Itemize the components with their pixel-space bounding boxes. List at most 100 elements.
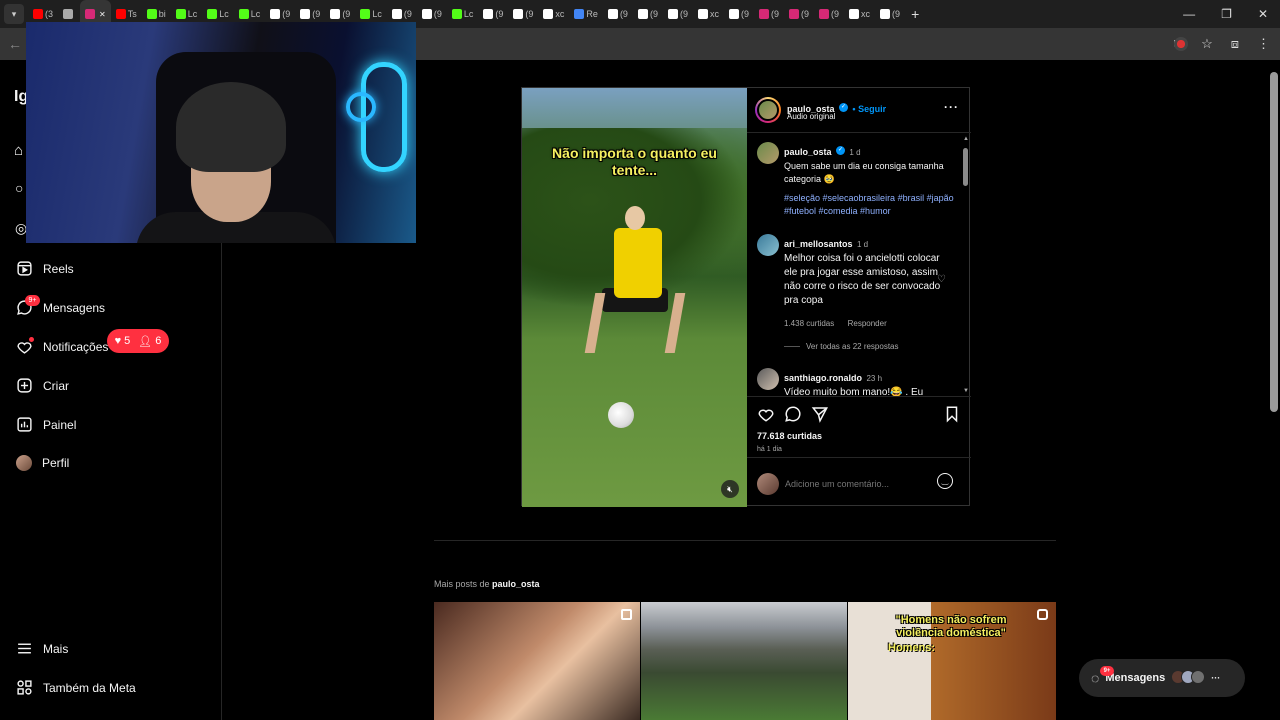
browser-tab[interactable]: (9	[603, 0, 633, 28]
multiple-photos-icon	[621, 609, 632, 620]
search-icon[interactable]: ○	[15, 180, 23, 196]
floating-messages-button[interactable]: ◌ 9+ Mensagens ···	[1079, 659, 1245, 697]
instagram-icon	[85, 9, 96, 19]
caption-hashtags[interactable]: #seleção #selecaobrasileira #brasil #jap…	[784, 192, 956, 218]
sidebar-item-meta[interactable]: Também da Meta	[16, 679, 136, 696]
mute-icon[interactable]: 🔇︎	[721, 480, 739, 498]
avatar[interactable]	[757, 368, 779, 390]
comment-time: 1 d	[856, 240, 869, 249]
like-heart-icon[interactable]	[757, 405, 775, 423]
more-post-thumbnail[interactable]	[641, 602, 847, 720]
sidebar-item-label: Mensagens	[43, 300, 106, 315]
browser-tab[interactable]: Re	[569, 0, 603, 28]
sidebar-item-profile[interactable]: Perfil	[16, 455, 69, 471]
tab-label: xc	[709, 9, 719, 19]
tiktok-icon	[667, 9, 678, 19]
browser-tab[interactable]: Lc	[447, 0, 479, 28]
comment-username[interactable]: ari_mellosantos	[784, 239, 853, 249]
comment-likes[interactable]: 1.438 curtidas	[784, 319, 834, 328]
sidebar-item-label: Também da Meta	[43, 680, 136, 695]
tab-label: (9	[433, 9, 442, 19]
sidebar-item-label: Reels	[43, 261, 74, 276]
tiktok-icon	[513, 9, 524, 19]
browser-tab[interactable]: (9	[417, 0, 447, 28]
audio-label[interactable]: Áudio original	[787, 112, 835, 121]
grid-icon	[17, 680, 32, 695]
tiktok-icon	[880, 9, 891, 19]
page-scrollbar[interactable]	[1270, 72, 1278, 412]
browser-tab[interactable]: (9	[875, 0, 905, 28]
restore-button[interactable]: ❐	[1221, 7, 1232, 21]
add-comment-input[interactable]	[785, 475, 935, 493]
window-controls: — ❐ ✕	[1183, 0, 1280, 28]
profile-avatar[interactable]	[1173, 37, 1188, 51]
back-button[interactable]: ←	[8, 36, 22, 52]
comment: santhiago.ronaldo 23 h Vídeo muito bom m…	[784, 368, 944, 396]
reply-button[interactable]: Responder	[848, 319, 887, 328]
avatar	[757, 473, 779, 495]
post-video[interactable]: Não importa o quanto eu tente... 🔇︎	[522, 88, 747, 507]
comment-icon[interactable]	[784, 405, 802, 423]
browser-tab[interactable]: (9	[814, 0, 844, 28]
soccer-ball	[608, 402, 634, 428]
loading-icon	[63, 9, 74, 19]
more-icon: ···	[1211, 673, 1221, 683]
heart-icon[interactable]: ♡	[937, 274, 946, 285]
verified-icon: ✓	[838, 103, 848, 113]
bookmark-star-icon[interactable]: ☆	[1201, 36, 1213, 52]
more-post-thumbnail[interactable]: "Homens não sofrem violência doméstica" …	[848, 602, 1056, 720]
comments-scrollbar[interactable]: ▲ ▼	[962, 136, 969, 394]
browser-tab[interactable]: (9	[478, 0, 508, 28]
tab-label: (9	[342, 9, 351, 19]
new-tab-button[interactable]: +	[911, 6, 919, 22]
tab-label: (9	[649, 9, 658, 19]
avatar[interactable]	[757, 234, 779, 256]
likes-count[interactable]: 77.618 curtidas	[757, 431, 822, 441]
caption-author[interactable]: paulo_osta	[784, 147, 832, 157]
comment-username[interactable]: santhiago.ronaldo	[784, 373, 862, 383]
minimize-button[interactable]: —	[1183, 7, 1195, 21]
tab-search-dropdown[interactable]: ▾	[4, 4, 24, 24]
notifications-badge[interactable]: ♥ 5 👤︎ 6	[107, 329, 169, 353]
view-replies-button[interactable]: Ver todas as 22 respostas	[806, 342, 899, 351]
avatar[interactable]	[757, 142, 779, 164]
more-posts-user[interactable]: paulo_osta	[492, 579, 540, 589]
sidebar-item-dashboard[interactable]: Painel	[16, 416, 76, 433]
extensions-icon[interactable]: ⧈	[1231, 36, 1239, 52]
browser-tab[interactable]: (9	[754, 0, 784, 28]
browser-menu-icon[interactable]: ⋮	[1257, 36, 1270, 52]
tiktok-icon	[330, 9, 341, 19]
browser-tab[interactable]: xc	[693, 0, 724, 28]
browser-tab[interactable]: xc	[538, 0, 569, 28]
browser-tab[interactable]: (9	[724, 0, 754, 28]
tab-label: bi	[158, 9, 166, 19]
sidebar-item-reels[interactable]: Reels	[16, 260, 74, 277]
sidebar-item-create[interactable]: Criar	[16, 377, 69, 394]
follow-button[interactable]: Seguir	[858, 104, 886, 114]
comment: ari_mellosantos 1 d Melhor coisa foi o a…	[784, 234, 944, 351]
youtube-icon	[33, 9, 43, 19]
sidebar-item-more[interactable]: Mais	[16, 640, 68, 657]
share-icon[interactable]	[811, 405, 829, 423]
emoji-icon[interactable]: ‿	[937, 473, 953, 489]
close-tab-icon[interactable]: ✕	[99, 10, 106, 19]
tab-label: (9	[801, 9, 810, 19]
browser-tab[interactable]: (9	[633, 0, 663, 28]
browser-tab[interactable]: (9	[663, 0, 693, 28]
tab-label: Lc	[463, 9, 474, 19]
home-icon[interactable]: ⌂	[14, 142, 23, 159]
browser-tab[interactable]: (9	[784, 0, 814, 28]
more-post-thumbnail[interactable]	[434, 602, 640, 720]
instagram-icon	[819, 9, 830, 19]
browser-tab[interactable]: xc	[844, 0, 875, 28]
tab-label: Lc	[187, 9, 198, 19]
save-bookmark-icon[interactable]	[943, 405, 961, 423]
tab-label: (9	[892, 9, 901, 19]
close-window-button[interactable]: ✕	[1258, 7, 1268, 21]
floating-messages-label: Mensagens	[1105, 672, 1166, 684]
author-avatar[interactable]	[755, 97, 781, 123]
thumbnail-caption: Homens:	[888, 642, 936, 654]
notification-dot	[29, 337, 34, 342]
more-options-icon[interactable]: ···	[944, 100, 959, 114]
browser-tab[interactable]: (9	[508, 0, 538, 28]
